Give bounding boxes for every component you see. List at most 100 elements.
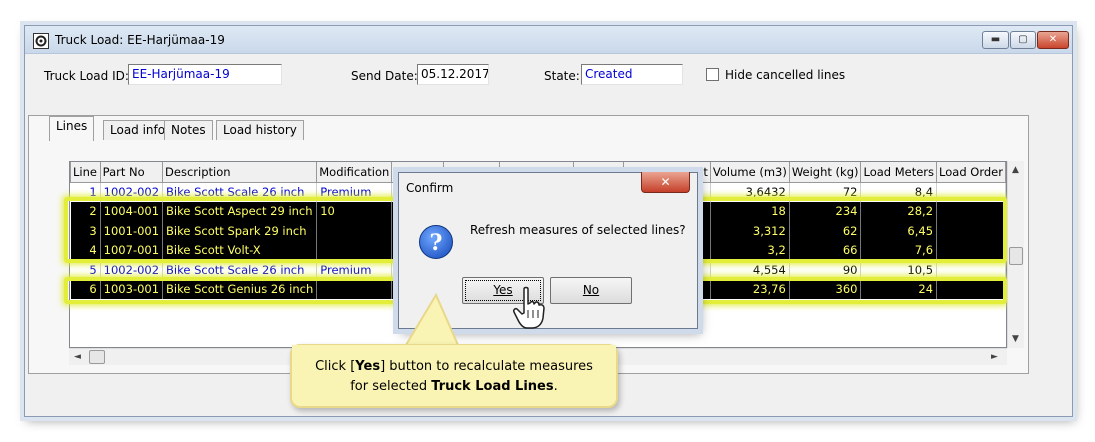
cell-weight[interactable]: 360 — [789, 279, 862, 299]
send-date-field[interactable]: 05.12.2017 — [417, 64, 489, 85]
cell-part-no[interactable]: 1003-001 — [100, 279, 164, 299]
cell-line[interactable]: 6 — [70, 279, 101, 299]
cell-part-no[interactable]: 1001-001 — [100, 221, 164, 241]
cell-modification[interactable] — [316, 240, 393, 260]
scroll-left-icon[interactable]: ◄ — [74, 352, 81, 362]
scroll-up-icon[interactable]: ▲ — [1012, 165, 1019, 175]
cell-modification[interactable] — [316, 221, 393, 241]
close-button[interactable]: ✕ — [1037, 31, 1069, 49]
callout-bold-yes: Yes — [355, 359, 381, 374]
cell-load-order[interactable] — [936, 182, 1006, 202]
no-button[interactable]: No — [550, 277, 632, 304]
callout-tail-join — [292, 345, 616, 353]
cell-weight[interactable]: 72 — [789, 182, 862, 202]
truck-load-id-field[interactable]: EE-Harjümaa-19 — [128, 64, 282, 85]
callout-line-2: for selected Truck Load Lines. — [292, 377, 616, 397]
tab-notes[interactable]: Notes — [164, 120, 213, 140]
tab-lines[interactable]: Lines — [49, 116, 95, 141]
callout-bold-truck-load-lines: Truck Load Lines — [431, 379, 554, 394]
cell-part-no[interactable]: 1004-001 — [100, 201, 164, 221]
cell-load-meters[interactable]: 10,5 — [860, 260, 938, 280]
cell-load-meters[interactable]: 6,45 — [860, 221, 938, 241]
yes-button-label: Yes — [493, 283, 513, 297]
cell-load-order[interactable] — [936, 240, 1006, 260]
scroll-down-icon[interactable]: ▼ — [1012, 334, 1019, 344]
cell-load-order[interactable] — [936, 260, 1006, 280]
tab-load-history[interactable]: Load history — [216, 120, 304, 140]
cell-volume[interactable]: 23,76 — [710, 279, 790, 299]
col-header-modification[interactable]: Modification — [316, 162, 393, 183]
scroll-right-icon[interactable]: ► — [991, 352, 998, 362]
cell-description[interactable]: Bike Scott Aspect 29 inch — [162, 201, 318, 221]
cell-volume[interactable]: 3,312 — [710, 221, 790, 241]
callout-line-1: Click [Yes] button to recalculate measur… — [292, 357, 616, 377]
cell-part-no[interactable]: 1002-002 — [100, 260, 164, 280]
cell-modification[interactable]: Premium — [316, 182, 393, 202]
col-header-load-order[interactable]: Load Order — [936, 162, 1006, 183]
horizontal-scroll-thumb[interactable] — [89, 350, 105, 364]
cell-description[interactable]: Bike Scott Scale 26 inch — [162, 260, 318, 280]
state-label: State: — [544, 69, 580, 83]
callout-text: for selected — [350, 379, 432, 394]
maximize-button[interactable]: ▢ — [1010, 31, 1036, 49]
callout-text: Click [ — [315, 359, 356, 374]
cell-volume[interactable]: 18 — [710, 201, 790, 221]
col-header-line[interactable]: Line — [70, 162, 101, 183]
vertical-scroll-thumb[interactable] — [1009, 247, 1023, 265]
cell-line[interactable]: 2 — [70, 201, 101, 221]
cell-weight[interactable]: 90 — [789, 260, 862, 280]
state-field[interactable]: Created — [581, 64, 683, 85]
cell-volume[interactable]: 3,6432 — [710, 182, 790, 202]
truck-load-id-label: Truck Load ID: — [44, 69, 129, 83]
cell-weight[interactable]: 234 — [789, 201, 862, 221]
app-gear-icon — [33, 33, 49, 49]
col-header-volume[interactable]: Volume (m3) — [709, 162, 790, 183]
cell-load-meters[interactable]: 7,6 — [860, 240, 938, 260]
send-date-label: Send Date: — [351, 69, 418, 83]
cell-modification[interactable]: Premium — [316, 260, 393, 280]
cell-line[interactable]: 5 — [70, 260, 101, 280]
dialog-message: Refresh measures of selected lines? — [470, 223, 686, 237]
instruction-callout: Click [Yes] button to recalculate measur… — [290, 344, 618, 408]
col-header-weight[interactable]: Weight (kg) — [788, 162, 862, 183]
vertical-scrollbar[interactable]: ▲ ▼ — [1007, 161, 1024, 348]
cell-description[interactable]: Bike Scott Genius 26 inch — [162, 279, 318, 299]
tab-load-info[interactable]: Load info — [103, 120, 173, 140]
cell-description[interactable]: Bike Scott Volt-X — [162, 240, 318, 260]
cell-weight[interactable]: 62 — [789, 221, 862, 241]
cell-load-order[interactable] — [936, 201, 1006, 221]
cell-line[interactable]: 3 — [70, 221, 101, 241]
cell-modification[interactable]: 10 — [316, 201, 393, 221]
cell-description[interactable]: Bike Scott Scale 26 inch — [162, 182, 318, 202]
question-icon: ? — [419, 225, 453, 259]
window-title: Truck Load: EE-Harjümaa-19 — [55, 33, 225, 47]
hide-cancelled-label: Hide cancelled lines — [725, 68, 846, 82]
hand-pointer-icon — [513, 286, 545, 329]
cell-weight[interactable]: 66 — [789, 240, 862, 260]
cell-volume[interactable]: 4,554 — [710, 260, 790, 280]
col-header-load-meters[interactable]: Load Meters — [860, 162, 938, 183]
cell-modification[interactable] — [316, 279, 393, 299]
col-header-part-no[interactable]: Part No — [99, 162, 164, 183]
cell-part-no[interactable]: 1002-002 — [100, 182, 164, 202]
dialog-title: Confirm — [406, 181, 454, 195]
cell-line[interactable]: 4 — [70, 240, 101, 260]
no-button-label: No — [582, 283, 600, 297]
hide-cancelled-checkbox[interactable] — [706, 68, 719, 81]
cell-load-meters[interactable]: 24 — [860, 279, 938, 299]
cell-load-meters[interactable]: 28,2 — [860, 201, 938, 221]
cell-load-order[interactable] — [936, 279, 1006, 299]
dialog-close-button[interactable]: ✕ — [641, 172, 690, 193]
cell-load-order[interactable] — [936, 221, 1006, 241]
title-bar[interactable]: Truck Load: EE-Harjümaa-19 ▬ ▢ ✕ — [25, 26, 1072, 54]
cell-volume[interactable]: 3,2 — [710, 240, 790, 260]
col-header-description[interactable]: Description — [162, 162, 318, 183]
callout-pointer — [404, 293, 460, 346]
callout-text: . — [553, 379, 558, 394]
cell-part-no[interactable]: 1007-001 — [100, 240, 164, 260]
cell-load-meters[interactable]: 8,4 — [860, 182, 938, 202]
cell-description[interactable]: Bike Scott Spark 29 inch — [162, 221, 318, 241]
minimize-button[interactable]: ▬ — [982, 31, 1009, 49]
callout-text: ] button to recalculate measures — [380, 359, 593, 374]
cell-line[interactable]: 1 — [70, 182, 101, 202]
